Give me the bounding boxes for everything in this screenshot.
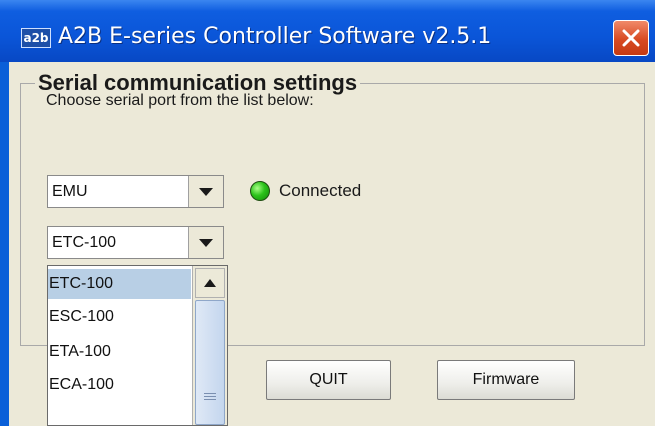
chevron-down-icon — [199, 188, 213, 196]
device-select-dropdown-button[interactable] — [188, 176, 223, 207]
app-logo-icon: a2b — [21, 28, 51, 48]
dropdown-scrollbar[interactable] — [192, 266, 227, 425]
model-select-value: ETC-100 — [52, 234, 117, 251]
title-bar[interactable]: a2b A2B E-series Controller Software v2.… — [0, 0, 655, 62]
close-x-icon — [622, 29, 640, 47]
list-item[interactable]: ESC-100 — [48, 302, 191, 332]
window-title: A2B E-series Controller Software v2.5.1 — [58, 24, 492, 49]
connection-status: Connected — [279, 181, 362, 200]
chevron-down-icon — [199, 239, 213, 247]
scroll-up-button[interactable] — [195, 268, 225, 298]
model-select[interactable]: ETC-100 — [47, 226, 224, 259]
scroll-thumb[interactable] — [195, 300, 225, 425]
grip-icon — [204, 393, 216, 402]
list-item[interactable]: ETA-100 — [48, 337, 191, 367]
device-select-value: EMU — [52, 183, 88, 200]
app-window: a2b A2B E-series Controller Software v2.… — [0, 0, 655, 426]
model-select-dropdown-button[interactable] — [188, 227, 223, 258]
instruction-text: Choose serial port from the list below: — [46, 92, 314, 109]
close-button[interactable] — [613, 20, 649, 56]
main-panel: Serial communication settings Choose ser… — [9, 62, 655, 426]
model-dropdown-list: ETC-100 ESC-100 ETA-100 ECA-100 — [47, 265, 228, 426]
connection-indicator-icon — [250, 181, 270, 201]
list-item[interactable]: ECA-100 — [48, 370, 191, 400]
list-item[interactable]: ETC-100 — [48, 269, 191, 299]
quit-button[interactable]: QUIT — [266, 360, 391, 400]
chevron-up-icon — [204, 279, 216, 287]
firmware-button[interactable]: Firmware — [437, 360, 575, 400]
device-select[interactable]: EMU — [47, 175, 224, 208]
